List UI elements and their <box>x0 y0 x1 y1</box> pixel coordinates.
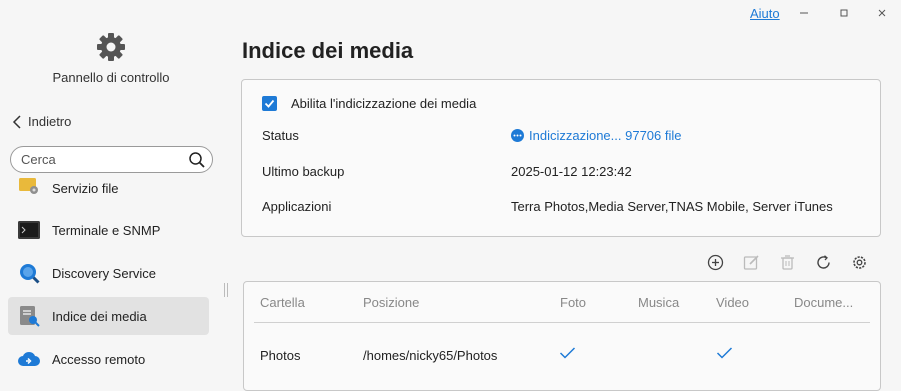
sidebar-item-accesso-remoto[interactable]: Accesso remoto <box>8 340 209 378</box>
sidebar-item-label: Terminale e SNMP <box>52 222 161 238</box>
sidebar-item-label: Servizio file <box>52 181 119 196</box>
photo-check-icon <box>559 346 576 363</box>
enable-indexing-label: Abilita l'indicizzazione dei media <box>291 96 477 111</box>
delete-icon <box>780 254 794 270</box>
enable-indexing-checkbox[interactable] <box>262 96 277 111</box>
maximize-icon <box>840 9 848 17</box>
column-header-documents[interactable]: Docume... <box>794 295 853 310</box>
sidebar-item-terminale-snmp[interactable]: Terminale e SNMP <box>8 211 209 249</box>
media-index-icon <box>18 305 40 327</box>
sidebar-item-label: Indice dei media <box>52 308 147 324</box>
close-icon <box>878 9 886 17</box>
sidebar-item-label: Discovery Service <box>52 265 157 281</box>
search-input[interactable] <box>19 151 183 168</box>
media-index-settings-card: Abilita l'indicizzazione dei media Statu… <box>241 79 881 237</box>
settings-icon <box>852 255 866 269</box>
minimize-button[interactable] <box>790 0 818 26</box>
edit-icon <box>743 254 759 270</box>
magnifier-icon <box>18 262 40 284</box>
enable-indexing-row: Abilita l'indicizzazione dei media <box>262 96 476 111</box>
help-link[interactable]: Aiuto <box>750 6 780 21</box>
column-header-video[interactable]: Video <box>716 295 749 310</box>
close-button[interactable] <box>868 0 896 26</box>
video-check-icon <box>716 346 733 363</box>
gear-icon <box>97 33 125 61</box>
resize-handle[interactable] <box>224 283 228 297</box>
search-icon[interactable] <box>188 151 206 169</box>
progress-dots-icon <box>511 129 524 142</box>
terminal-icon <box>18 219 40 241</box>
add-icon <box>707 254 723 270</box>
column-header-path[interactable]: Posizione <box>363 295 419 310</box>
refresh-icon <box>816 254 830 269</box>
folder-share-icon <box>18 174 40 196</box>
column-header-folder[interactable]: Cartella <box>260 295 305 310</box>
delete-button[interactable] <box>777 252 797 272</box>
column-header-music[interactable]: Musica <box>638 295 679 310</box>
cell-path: /homes/nicky65/Photos <box>363 348 498 363</box>
maximize-button[interactable] <box>830 0 858 26</box>
status-value: Indicizzazione... 97706 file <box>529 128 682 143</box>
add-button[interactable] <box>705 252 725 272</box>
refresh-button[interactable] <box>813 252 833 272</box>
backup-label: Ultimo backup <box>262 164 345 179</box>
back-button[interactable]: Indietro <box>12 114 71 129</box>
edit-button[interactable] <box>741 252 761 272</box>
check-icon <box>264 99 275 108</box>
sidebar-item-discovery-service[interactable]: Discovery Service <box>8 254 209 292</box>
status-label: Status <box>262 128 299 143</box>
apps-label: Applicazioni <box>262 199 332 214</box>
sidebar-title: Pannello di controllo <box>52 70 170 85</box>
toolbar <box>705 252 869 272</box>
cloud-remote-icon <box>18 348 40 370</box>
page-title: Indice dei media <box>242 38 414 63</box>
sidebar-item-indice-media[interactable]: Indice dei media <box>8 297 209 335</box>
column-header-photo[interactable]: Foto <box>560 295 586 310</box>
backup-value: 2025-01-12 12:23:42 <box>511 164 632 179</box>
sidebar-item-servizio-file[interactable]: Servizio file <box>8 168 209 204</box>
settings-button[interactable] <box>849 252 869 272</box>
status-value-link[interactable]: Indicizzazione... 97706 file <box>511 128 681 143</box>
cell-folder: Photos <box>260 348 301 363</box>
back-label: Indietro <box>28 114 72 129</box>
header-divider <box>254 322 870 323</box>
sidebar-item-label: Accesso remoto <box>52 351 146 367</box>
minimize-icon <box>800 12 808 14</box>
apps-value: Terra Photos,Media Server,TNAS Mobile, S… <box>511 199 833 214</box>
sidebar: Pannello di controllo Indietro Servizio … <box>0 0 220 375</box>
chevron-left-icon <box>12 114 21 129</box>
